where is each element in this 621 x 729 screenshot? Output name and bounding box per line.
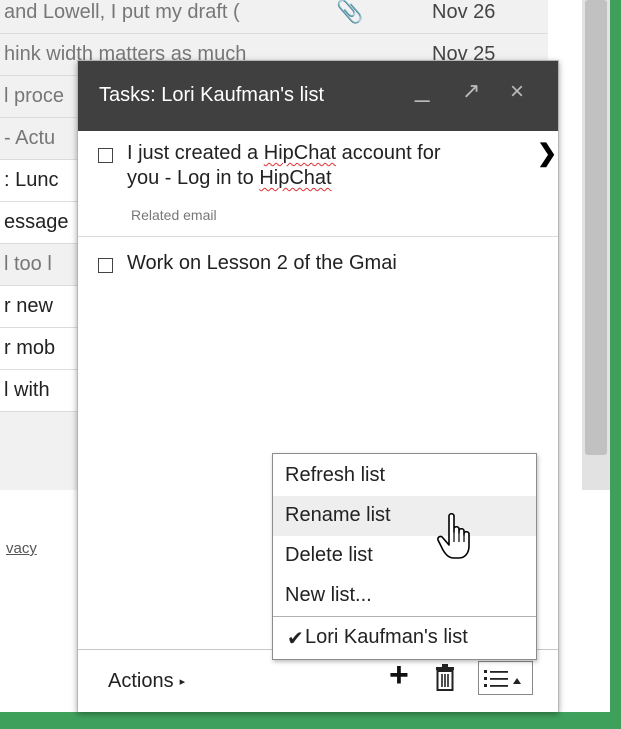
task-text-misspelled-word: HipChat (259, 167, 332, 189)
menu-item-label: Rename list (285, 504, 391, 526)
task-text-part: I just created a (127, 142, 264, 164)
menu-item-label: Lori Kaufman's list (305, 626, 468, 648)
menu-divider (273, 616, 536, 617)
list-options-menu: Refresh list Rename list Delete list New… (272, 453, 537, 660)
tasks-panel-title: Tasks: Lori Kaufman's list (99, 84, 325, 106)
email-snippet: essage (4, 211, 69, 233)
chevron-right-icon[interactable]: ❯ (537, 139, 557, 168)
switch-list-button[interactable] (478, 661, 533, 695)
email-snippet: l with (4, 379, 50, 401)
menu-item-delete-list[interactable]: Delete list (273, 536, 536, 576)
menu-item-label: Delete list (285, 544, 373, 566)
task-checkbox[interactable] (98, 148, 113, 163)
menu-item-label: New list... (285, 584, 372, 606)
tasks-panel-header[interactable]: Tasks: Lori Kaufman's list _ ↗ × (78, 61, 558, 131)
privacy-link[interactable]: vacy (6, 540, 37, 557)
email-snippet: r new (4, 295, 53, 317)
email-snippet: : Lunc (4, 169, 59, 191)
menu-item-list-lori-kaufman[interactable]: ✔ Lori Kaufman's list (273, 618, 536, 658)
menu-item-refresh-list[interactable]: Refresh list (273, 456, 536, 496)
actions-menu-button[interactable]: Actions ▸ (108, 670, 185, 693)
minimize-icon[interactable]: _ (415, 73, 429, 104)
email-row[interactable]: and Lowell, I put my draft ( 📎 Nov 26 (0, 0, 548, 34)
add-task-button[interactable]: + (389, 656, 409, 695)
email-snippet: - Actu (4, 127, 56, 149)
email-snippet: and Lowell, I put my draft ( (4, 1, 240, 23)
checkmark-icon: ✔ (287, 628, 304, 650)
close-icon[interactable]: × (510, 78, 524, 106)
list-icon (484, 670, 521, 687)
actions-label: Actions (108, 670, 174, 692)
email-snippet: l too l (4, 253, 52, 275)
task-text-part: account for (336, 142, 441, 164)
task-text-part: you - Log in to (127, 167, 260, 189)
menu-item-label: Refresh list (285, 464, 386, 486)
task-text[interactable]: I just created a HipChat account for you … (127, 141, 441, 191)
email-snippet: r mob (4, 337, 56, 359)
task-checkbox[interactable] (98, 258, 113, 273)
task-text[interactable]: Work on Lesson 2 of the Gmai (127, 251, 397, 276)
task-item[interactable]: I just created a HipChat account for you … (78, 131, 558, 237)
trash-icon[interactable] (433, 664, 457, 692)
window-border-bottom (0, 712, 621, 729)
related-email-link[interactable]: Related email (131, 207, 217, 223)
email-date: Nov 26 (432, 1, 496, 23)
menu-item-rename-list[interactable]: Rename list (273, 496, 536, 536)
task-text-misspelled-word: HipChat (263, 142, 337, 164)
email-snippet: l proce (4, 85, 65, 107)
hand-cursor-icon (437, 512, 470, 559)
popout-icon[interactable]: ↗ (462, 78, 480, 104)
scrollbar-thumb[interactable] (585, 0, 607, 455)
menu-item-new-list[interactable]: New list... (273, 576, 536, 616)
triangle-right-icon: ▸ (179, 676, 186, 688)
attachment-icon: 📎 (336, 0, 364, 24)
task-item[interactable]: Work on Lesson 2 of the Gmai (78, 237, 558, 297)
window-border-right (610, 0, 621, 729)
